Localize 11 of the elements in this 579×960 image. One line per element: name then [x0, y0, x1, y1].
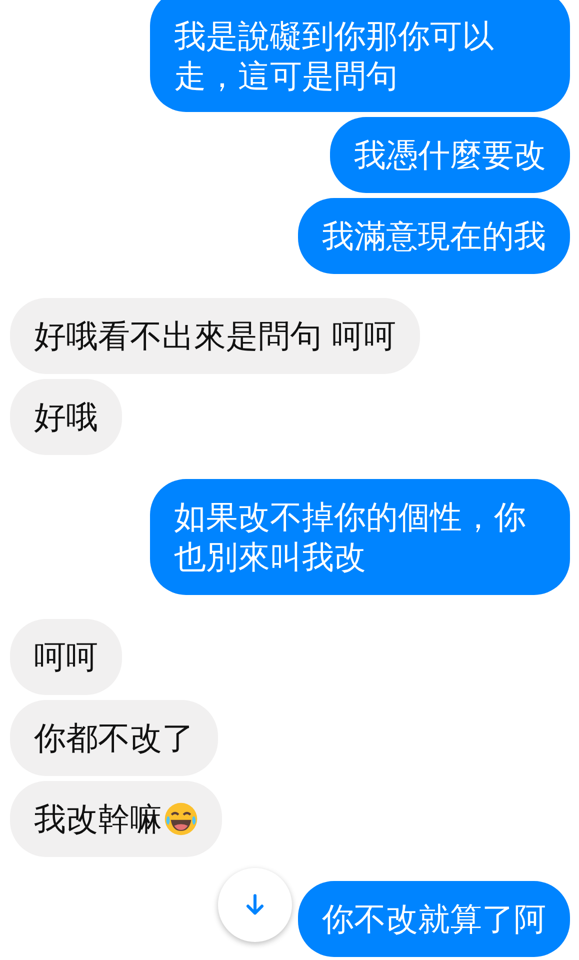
- message-bubble: 我滿意現在的我: [298, 198, 570, 274]
- message-bubble: 你都不改了: [10, 700, 218, 776]
- message-bubble: 你不改就算了阿: [298, 881, 570, 957]
- message-bubble: 呵呵: [10, 619, 122, 695]
- message-bubble: 我改幹嘛: [10, 781, 222, 857]
- message-bubble: 我憑什麼要改: [330, 117, 570, 193]
- message-bubble: 我是說礙到你那你可以走，這可是問句: [150, 0, 570, 112]
- message-bubble: 好哦看不出來是問句 呵呵: [10, 298, 420, 374]
- message-bubble: 如果改不掉你的個性，你也別來叫我改: [150, 479, 570, 595]
- scroll-down-button[interactable]: [218, 868, 292, 942]
- message-bubble: 好哦: [10, 379, 122, 455]
